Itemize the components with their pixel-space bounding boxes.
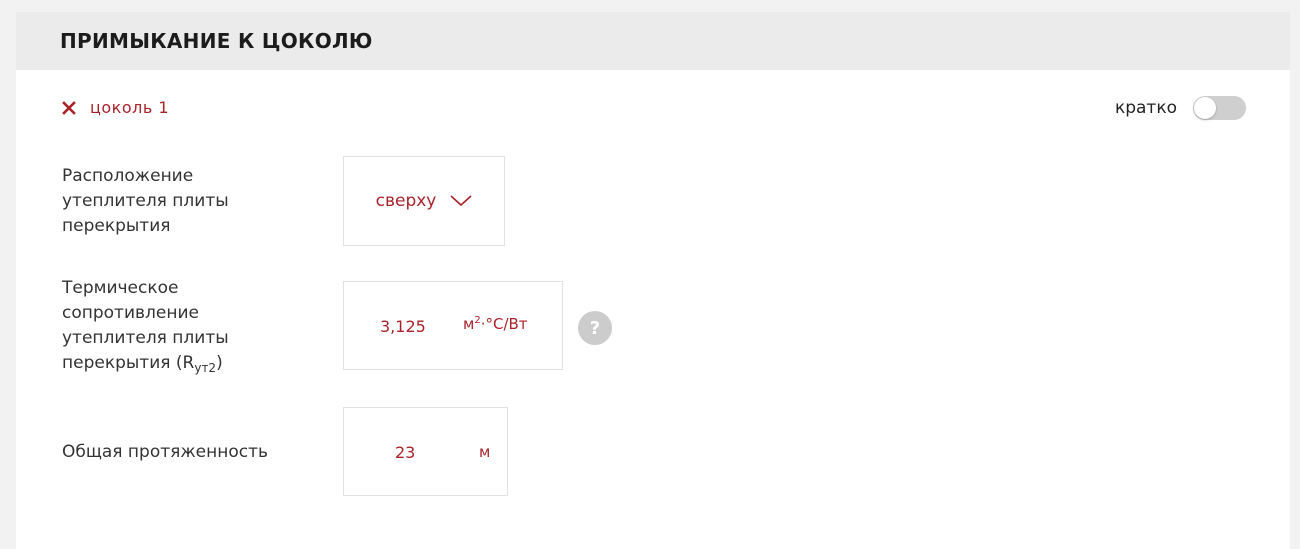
item-name[interactable]: цоколь 1 xyxy=(90,98,169,117)
brief-toggle[interactable]: кратко xyxy=(1115,96,1246,120)
unit-text: м xyxy=(463,315,475,333)
brief-label: кратко xyxy=(1114,98,1177,118)
switch-knob xyxy=(1194,97,1216,119)
thermal-resistance-value[interactable]: 3,125 xyxy=(380,317,426,336)
total-length-unit: м xyxy=(479,443,491,461)
total-length-field[interactable]: 23 м xyxy=(343,407,508,496)
label-line: перекрытия (Rут2) xyxy=(62,351,229,377)
question-icon[interactable]: ? xyxy=(578,311,612,345)
label-text: ) xyxy=(216,353,223,373)
label-line: Термическое xyxy=(62,278,179,298)
label-line: перекрытия xyxy=(62,216,171,236)
thermal-resistance-field[interactable]: 3,125 м2·°С/Вт xyxy=(343,281,563,370)
card-header: ПРИМЫКАНИЕ К ЦОКОЛЮ xyxy=(16,12,1290,70)
remove-item-button[interactable]: цоколь 1 xyxy=(62,98,169,117)
insulation-position-label: Расположение утеплителя плиты перекрытия xyxy=(62,164,229,239)
insulation-position-select[interactable]: сверху xyxy=(343,156,505,246)
thermal-resistance-unit: м2·°С/Вт xyxy=(463,315,528,333)
close-icon[interactable] xyxy=(62,100,76,115)
total-length-value[interactable]: 23 xyxy=(395,443,415,462)
select-value[interactable]: сверху xyxy=(376,191,437,211)
label-line: Расположение xyxy=(62,166,194,186)
thermal-resistance-label: Термическое сопротивление утеплителя пли… xyxy=(62,276,229,377)
label-line: сопротивление xyxy=(62,303,199,323)
unit-text: ·°С/Вт xyxy=(480,315,528,333)
adjacency-card: ПРИМЫКАНИЕ К ЦОКОЛЮ цоколь 1 кратко Расп… xyxy=(16,12,1290,549)
section-title: ПРИМЫКАНИЕ К ЦОКОЛЮ xyxy=(60,29,373,53)
chevron-down-icon[interactable] xyxy=(450,195,472,207)
label-line: утеплителя плиты xyxy=(62,328,229,348)
label-line: утеплителя плиты xyxy=(62,191,229,211)
label-text: перекрытия (R xyxy=(62,353,195,373)
label-subscript: ут2 xyxy=(194,361,217,375)
total-length-label: Общая протяженность xyxy=(62,442,269,462)
brief-switch[interactable] xyxy=(1193,96,1246,120)
